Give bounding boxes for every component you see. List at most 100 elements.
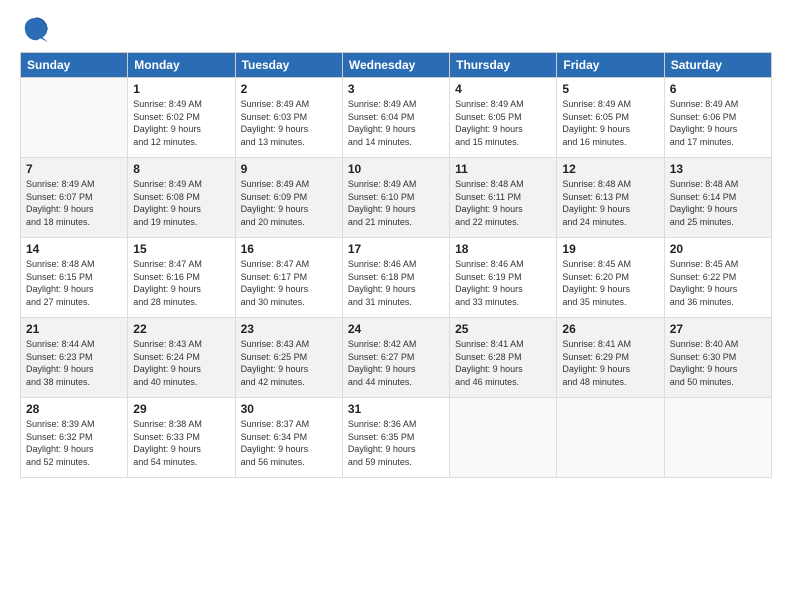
day-info: Sunrise: 8:46 AMSunset: 6:19 PMDaylight:… xyxy=(455,258,551,308)
day-number: 1 xyxy=(133,82,229,96)
day-number: 28 xyxy=(26,402,122,416)
calendar-day-cell: 9 Sunrise: 8:49 AMSunset: 6:09 PMDaylight… xyxy=(235,158,342,238)
calendar-day-cell: 14 Sunrise: 8:48 AMSunset: 6:15 PMDayligh… xyxy=(21,238,128,318)
calendar-day-cell: 20Sunrise: 8:45 AMSunset: 6:22 PMDayligh… xyxy=(664,238,771,318)
day-info: Sunrise: 8:47 AMSunset: 6:17 PMDaylight:… xyxy=(241,258,337,308)
calendar-table: SundayMondayTuesdayWednesdayThursdayFrid… xyxy=(20,52,772,478)
day-info: Sunrise: 8:40 AMSunset: 6:30 PMDaylight:… xyxy=(670,338,766,388)
day-number: 12 xyxy=(562,162,658,176)
day-number: 24 xyxy=(348,322,444,336)
day-info: Sunrise: 8:49 AMSunset: 6:02 PMDaylight:… xyxy=(133,98,229,148)
calendar-day-cell: 26 Sunrise: 8:41 AMSunset: 6:29 PMDayligh… xyxy=(557,318,664,398)
day-info: Sunrise: 8:41 AMSunset: 6:29 PMDaylight:… xyxy=(562,338,658,388)
day-info: Sunrise: 8:49 AMSunset: 6:09 PMDaylight:… xyxy=(241,178,337,228)
day-info: Sunrise: 8:49 AMSunset: 6:05 PMDaylight:… xyxy=(562,98,658,148)
calendar-day-cell: 28 Sunrise: 8:39 AMSunset: 6:32 PMDayligh… xyxy=(21,398,128,478)
day-info: Sunrise: 8:43 AMSunset: 6:25 PMDaylight:… xyxy=(241,338,337,388)
day-number: 4 xyxy=(455,82,551,96)
calendar-day-cell: 6 Sunrise: 8:49 AMSunset: 6:06 PMDaylight… xyxy=(664,78,771,158)
day-number: 9 xyxy=(241,162,337,176)
day-number: 17 xyxy=(348,242,444,256)
calendar-day-cell xyxy=(557,398,664,478)
header xyxy=(20,16,772,44)
day-number: 26 xyxy=(562,322,658,336)
day-number: 29 xyxy=(133,402,229,416)
day-number: 31 xyxy=(348,402,444,416)
calendar-week-row: 28 Sunrise: 8:39 AMSunset: 6:32 PMDayligh… xyxy=(21,398,772,478)
day-number: 6 xyxy=(670,82,766,96)
calendar-week-row: 21 Sunrise: 8:44 AMSunset: 6:23 PMDayligh… xyxy=(21,318,772,398)
day-number: 22 xyxy=(133,322,229,336)
calendar-week-row: 14 Sunrise: 8:48 AMSunset: 6:15 PMDayligh… xyxy=(21,238,772,318)
calendar-day-cell: 1 Sunrise: 8:49 AMSunset: 6:02 PMDaylight… xyxy=(128,78,235,158)
calendar-day-cell: 29 Sunrise: 8:38 AMSunset: 6:33 PMDayligh… xyxy=(128,398,235,478)
day-info: Sunrise: 8:49 AMSunset: 6:06 PMDaylight:… xyxy=(670,98,766,148)
day-number: 23 xyxy=(241,322,337,336)
day-number: 16 xyxy=(241,242,337,256)
calendar-day-cell: 2 Sunrise: 8:49 AMSunset: 6:03 PMDaylight… xyxy=(235,78,342,158)
calendar-header-tuesday: Tuesday xyxy=(235,53,342,78)
calendar-day-cell: 15Sunrise: 8:47 AMSunset: 6:16 PMDayligh… xyxy=(128,238,235,318)
day-info: Sunrise: 8:48 AMSunset: 6:15 PMDaylight:… xyxy=(26,258,122,308)
day-number: 14 xyxy=(26,242,122,256)
calendar-week-row: 7 Sunrise: 8:49 AMSunset: 6:07 PMDaylight… xyxy=(21,158,772,238)
calendar-day-cell: 19 Sunrise: 8:45 AMSunset: 6:20 PMDayligh… xyxy=(557,238,664,318)
calendar-day-cell: 27 Sunrise: 8:40 AMSunset: 6:30 PMDayligh… xyxy=(664,318,771,398)
calendar-day-cell: 7 Sunrise: 8:49 AMSunset: 6:07 PMDaylight… xyxy=(21,158,128,238)
calendar-day-cell: 25 Sunrise: 8:41 AMSunset: 6:28 PMDayligh… xyxy=(450,318,557,398)
logo-icon xyxy=(22,16,50,44)
day-info: Sunrise: 8:49 AMSunset: 6:05 PMDaylight:… xyxy=(455,98,551,148)
day-info: Sunrise: 8:46 AMSunset: 6:18 PMDaylight:… xyxy=(348,258,444,308)
calendar-header-wednesday: Wednesday xyxy=(342,53,449,78)
day-info: Sunrise: 8:49 AMSunset: 6:03 PMDaylight:… xyxy=(241,98,337,148)
day-info: Sunrise: 8:48 AMSunset: 6:13 PMDaylight:… xyxy=(562,178,658,228)
day-number: 19 xyxy=(562,242,658,256)
calendar-day-cell: 22 Sunrise: 8:43 AMSunset: 6:24 PMDayligh… xyxy=(128,318,235,398)
logo xyxy=(20,16,50,44)
day-info: Sunrise: 8:49 AMSunset: 6:07 PMDaylight:… xyxy=(26,178,122,228)
day-info: Sunrise: 8:43 AMSunset: 6:24 PMDaylight:… xyxy=(133,338,229,388)
day-number: 2 xyxy=(241,82,337,96)
page: SundayMondayTuesdayWednesdayThursdayFrid… xyxy=(0,0,792,612)
calendar-header-monday: Monday xyxy=(128,53,235,78)
day-number: 11 xyxy=(455,162,551,176)
day-number: 18 xyxy=(455,242,551,256)
day-number: 27 xyxy=(670,322,766,336)
calendar-day-cell: 3Sunrise: 8:49 AMSunset: 6:04 PMDaylight… xyxy=(342,78,449,158)
calendar-day-cell xyxy=(664,398,771,478)
day-info: Sunrise: 8:45 AMSunset: 6:20 PMDaylight:… xyxy=(562,258,658,308)
day-number: 30 xyxy=(241,402,337,416)
day-number: 7 xyxy=(26,162,122,176)
calendar-day-cell xyxy=(21,78,128,158)
calendar-header-row: SundayMondayTuesdayWednesdayThursdayFrid… xyxy=(21,53,772,78)
day-info: Sunrise: 8:49 AMSunset: 6:10 PMDaylight:… xyxy=(348,178,444,228)
calendar-day-cell: 30Sunrise: 8:37 AMSunset: 6:34 PMDayligh… xyxy=(235,398,342,478)
calendar-day-cell: 10 Sunrise: 8:49 AMSunset: 6:10 PMDayligh… xyxy=(342,158,449,238)
calendar-week-row: 1 Sunrise: 8:49 AMSunset: 6:02 PMDaylight… xyxy=(21,78,772,158)
calendar-day-cell: 31 Sunrise: 8:36 AMSunset: 6:35 PMDayligh… xyxy=(342,398,449,478)
day-info: Sunrise: 8:39 AMSunset: 6:32 PMDaylight:… xyxy=(26,418,122,468)
day-number: 10 xyxy=(348,162,444,176)
calendar-header-friday: Friday xyxy=(557,53,664,78)
calendar-day-cell: 18 Sunrise: 8:46 AMSunset: 6:19 PMDayligh… xyxy=(450,238,557,318)
calendar-day-cell: 12 Sunrise: 8:48 AMSunset: 6:13 PMDayligh… xyxy=(557,158,664,238)
day-info: Sunrise: 8:47 AMSunset: 6:16 PMDaylight:… xyxy=(133,258,229,308)
day-number: 5 xyxy=(562,82,658,96)
calendar-day-cell: 4 Sunrise: 8:49 AMSunset: 6:05 PMDaylight… xyxy=(450,78,557,158)
calendar-day-cell: 13 Sunrise: 8:48 AMSunset: 6:14 PMDayligh… xyxy=(664,158,771,238)
day-number: 21 xyxy=(26,322,122,336)
day-info: Sunrise: 8:36 AMSunset: 6:35 PMDaylight:… xyxy=(348,418,444,468)
calendar-day-cell: 21 Sunrise: 8:44 AMSunset: 6:23 PMDayligh… xyxy=(21,318,128,398)
day-info: Sunrise: 8:44 AMSunset: 6:23 PMDaylight:… xyxy=(26,338,122,388)
day-number: 25 xyxy=(455,322,551,336)
calendar-day-cell: 23 Sunrise: 8:43 AMSunset: 6:25 PMDayligh… xyxy=(235,318,342,398)
day-info: Sunrise: 8:48 AMSunset: 6:14 PMDaylight:… xyxy=(670,178,766,228)
calendar-header-thursday: Thursday xyxy=(450,53,557,78)
day-info: Sunrise: 8:38 AMSunset: 6:33 PMDaylight:… xyxy=(133,418,229,468)
day-info: Sunrise: 8:49 AMSunset: 6:08 PMDaylight:… xyxy=(133,178,229,228)
day-number: 13 xyxy=(670,162,766,176)
day-number: 3 xyxy=(348,82,444,96)
day-info: Sunrise: 8:41 AMSunset: 6:28 PMDaylight:… xyxy=(455,338,551,388)
calendar-day-cell: 24Sunrise: 8:42 AMSunset: 6:27 PMDayligh… xyxy=(342,318,449,398)
day-number: 8 xyxy=(133,162,229,176)
